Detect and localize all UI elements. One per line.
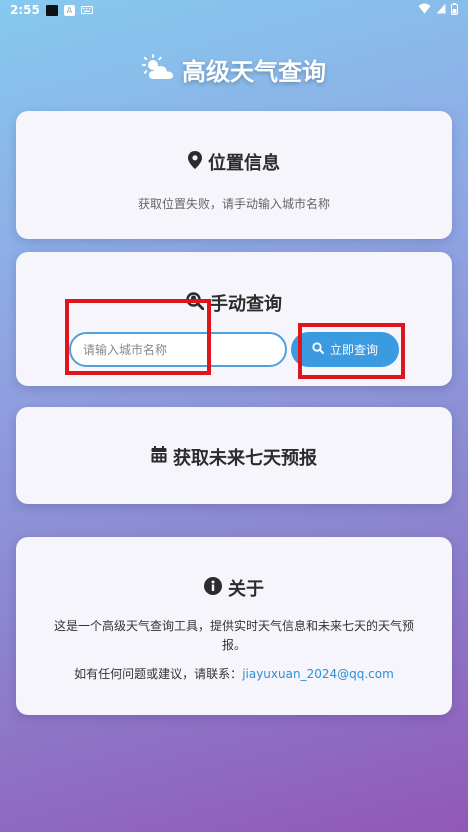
keyboard-icon (80, 3, 93, 17)
wifi-icon (418, 3, 431, 17)
search-now-label: 立即查询 (329, 343, 378, 357)
contact-prefix: 如有任何问题或建议，请联系： (74, 667, 243, 681)
notification-icon (45, 4, 58, 16)
app-title: 高级天气查询 (182, 58, 326, 86)
location-title-text: 位置信息 (208, 153, 280, 174)
status-time: 2:55 (10, 3, 40, 17)
manual-search-title: 手动查询 (16, 290, 452, 316)
search-location-icon (186, 291, 205, 315)
forecast-title-text: 获取未来七天预报 (173, 448, 317, 469)
forecast-title[interactable]: 获取未来七天预报 (16, 444, 452, 470)
about-contact: 如有任何问题或建议，请联系：jiayuxuan_2024@qq.com (16, 665, 452, 682)
manual-search-title-text: 手动查询 (210, 294, 282, 315)
about-card: 关于 这是一个高级天气查询工具，提供实时天气信息和未来七天的天气预报。 如有任何… (16, 537, 452, 715)
search-now-button[interactable]: 立即查询 (291, 332, 399, 367)
app-header: 高级天气查询 (0, 52, 468, 87)
about-title: 关于 (16, 575, 452, 601)
location-status-text: 获取位置失败，请手动输入城市名称 (137, 197, 330, 211)
forecast-card[interactable]: 获取未来七天预报 (16, 407, 452, 504)
manual-search-card: 手动查询 立即查询 (16, 252, 452, 386)
city-search-input[interactable] (69, 332, 287, 367)
search-row: 立即查询 (69, 332, 399, 367)
info-circle-icon (204, 576, 222, 600)
calendar-icon (151, 446, 167, 468)
about-title-text: 关于 (228, 579, 264, 600)
map-pin-icon (188, 150, 202, 174)
search-icon (312, 342, 324, 357)
location-card: 位置信息 获取位置失败，请手动输入城市名称 (16, 111, 452, 239)
status-bar: 2:55 A (0, 0, 468, 20)
location-card-title: 位置信息 (16, 149, 452, 175)
cloud-sun-icon (142, 53, 174, 86)
signal-icon (436, 3, 446, 17)
about-description: 这是一个高级天气查询工具，提供实时天气信息和未来七天的天气预报。 (53, 619, 414, 652)
contact-email-link[interactable]: jiayuxuan_2024@qq.com (242, 667, 394, 681)
battery-icon (451, 2, 458, 18)
a-badge-icon: A (63, 4, 75, 16)
